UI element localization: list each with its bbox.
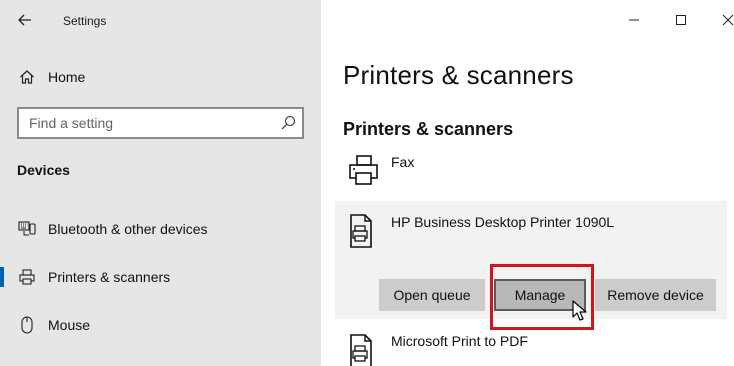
section-title: Printers & scanners — [343, 119, 514, 139]
app-title: Settings — [63, 14, 107, 28]
page-title: Printers & scanners — [343, 60, 574, 90]
mouse-cursor-icon — [572, 300, 587, 321]
maximize-icon — [676, 15, 686, 25]
navigation-pane: Settings Home Devices Bluetooth & other … — [0, 0, 321, 366]
device-item-fax[interactable]: Fax — [335, 146, 727, 196]
printer-icon — [350, 334, 372, 366]
search-input[interactable] — [19, 109, 269, 137]
device-name: HP Business Desktop Printer 1090L — [391, 214, 615, 230]
mouse-icon — [17, 315, 37, 335]
nav-item-home[interactable]: Home — [0, 57, 321, 97]
minimize-button[interactable] — [619, 6, 649, 34]
nav-item-printers-scanners[interactable]: Printers & scanners — [0, 257, 321, 297]
nav-item-mouse[interactable]: Mouse — [0, 305, 321, 345]
nav-item-label: Mouse — [48, 317, 91, 333]
maximize-button[interactable] — [666, 6, 696, 34]
title-bar: Settings — [0, 0, 321, 40]
back-button[interactable] — [10, 6, 40, 34]
nav-item-label: Home — [48, 69, 86, 85]
remove-device-button[interactable]: Remove device — [595, 279, 716, 311]
nav-section-devices: Devices — [17, 162, 70, 178]
home-icon — [17, 67, 37, 87]
search-icon[interactable] — [279, 114, 297, 132]
close-icon — [722, 14, 734, 26]
nav-item-label: Bluetooth & other devices — [48, 221, 208, 237]
nav-item-bluetooth[interactable]: Bluetooth & other devices — [0, 209, 321, 249]
bluetooth-devices-icon — [17, 219, 37, 239]
device-name: Microsoft Print to PDF — [391, 333, 528, 349]
device-name: Fax — [391, 154, 415, 170]
search-box — [17, 107, 304, 139]
close-button[interactable] — [713, 6, 734, 34]
back-arrow-icon — [18, 14, 31, 26]
fax-icon — [349, 155, 378, 185]
printer-icon — [350, 214, 372, 248]
nav-item-label: Printers & scanners — [48, 269, 171, 285]
minimize-icon — [629, 19, 639, 21]
open-queue-button[interactable]: Open queue — [379, 279, 485, 311]
printer-icon — [17, 267, 37, 287]
